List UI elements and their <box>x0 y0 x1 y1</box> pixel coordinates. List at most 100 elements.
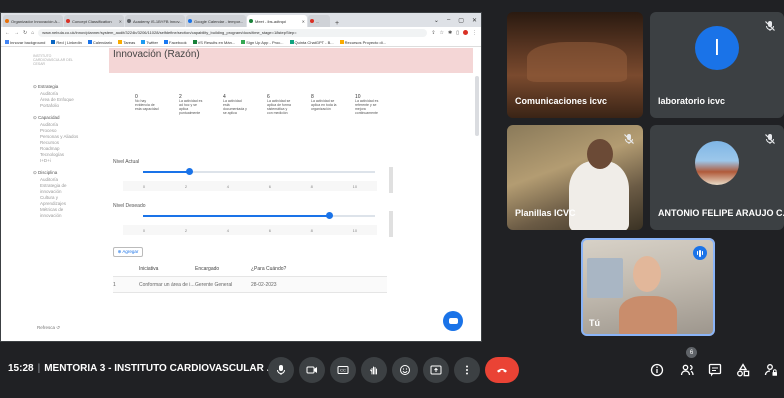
menu-icon[interactable]: ⋮ <box>472 30 477 36</box>
person-head <box>633 256 661 292</box>
meeting-details-button[interactable] <box>650 363 664 377</box>
meet-control-bar: 15:28 | MENTORIA 3 - INSTITUTO CARDIOVASCU… <box>0 345 784 398</box>
browser-tab[interactable]: Google Calendar - tempor...✕ <box>186 15 246 27</box>
participant-tile[interactable]: ANTONIO FELIPE ARAUJO C... <box>650 125 784 230</box>
slider-thumb[interactable] <box>186 168 194 175</box>
reload-icon[interactable]: ↻ <box>23 30 27 36</box>
bookmark-icon <box>289 40 294 44</box>
mic-button[interactable] <box>268 357 294 383</box>
participant-tile[interactable]: Comunicaciones icvc <box>507 12 643 118</box>
close-icon[interactable]: ✕ <box>245 19 246 24</box>
cell-iniciativa[interactable]: Conformar un área de i... <box>139 282 195 288</box>
bookmark[interactable]: Facebook <box>164 40 187 45</box>
scrollbar[interactable] <box>389 167 393 193</box>
minimize-icon[interactable]: – <box>447 17 450 24</box>
avatar <box>695 140 739 185</box>
camera-button[interactable] <box>299 357 325 383</box>
app-sidebar: INSTITUTO CARDIOVASCULAR DEL CESAR ⊙ Est… <box>1 48 85 341</box>
slider-track[interactable] <box>143 215 375 217</box>
captions-icon: CC <box>337 366 349 374</box>
chevron-down-icon[interactable]: ⌄ <box>434 17 439 24</box>
slider-deseado[interactable]: 0 2 4 6 8 10 <box>113 209 393 239</box>
table-row[interactable]: 1 Conformar un área de i... Gerente Gene… <box>113 277 387 293</box>
scrollbar[interactable] <box>389 211 393 237</box>
extensions-icon[interactable]: ✱ <box>448 30 452 36</box>
bookmark-icon <box>164 40 169 44</box>
host-controls-button[interactable] <box>764 363 778 377</box>
cell-fecha[interactable]: 28-02-2023 <box>251 282 387 288</box>
back-icon[interactable]: ← <box>5 30 10 36</box>
refresh-link[interactable]: Refresca ↺ <box>37 325 60 331</box>
sidebar-section-head[interactable]: ⊙ Capacidad <box>33 115 81 121</box>
emoji-icon <box>400 365 410 375</box>
bookmark[interactable]: Tareas <box>118 40 135 45</box>
sidebar-section: ⊙ Estrategia Auditoría Área de Enfoque P… <box>33 84 81 109</box>
more-options-button[interactable] <box>454 357 480 383</box>
bookmark[interactable]: VS Results en Mán... <box>192 40 235 45</box>
slider-track[interactable] <box>143 171 375 173</box>
sidebar-item[interactable]: I+D+i <box>33 158 81 164</box>
cell-encargado[interactable]: Gerente General <box>195 282 251 288</box>
participant-tile[interactable]: l laboratorio icvc <box>650 12 784 118</box>
close-icon[interactable]: ✕ <box>62 19 63 24</box>
column-header[interactable]: ¿Para Cuándo? <box>251 266 387 272</box>
close-icon[interactable]: ✕ <box>119 19 122 24</box>
sidebar-item[interactable]: Portafolio <box>33 103 81 109</box>
sidebar-section-head[interactable]: ⊙ Estrategia <box>33 84 81 90</box>
chat-icon <box>448 318 458 324</box>
close-icon[interactable]: ✕ <box>302 19 305 24</box>
reactions-button[interactable] <box>392 357 418 383</box>
sidepanel-icon[interactable]: ▯ <box>456 30 459 36</box>
star-icon[interactable]: ☆ <box>440 30 444 36</box>
browser-tab[interactable]: Concept Classification ✕ <box>64 15 124 27</box>
profile-avatar[interactable] <box>463 30 468 35</box>
address-bar[interactable]: www.nebula.co.uk/innov/planner/system_au… <box>38 28 428 37</box>
tab-favicon-icon <box>127 19 131 23</box>
bookmark[interactable]: Quinta ChatGPT - B... <box>289 40 334 45</box>
self-tile[interactable]: Tú <box>581 238 715 336</box>
sidebar-item[interactable]: Métricas de innovación <box>33 207 81 219</box>
slider-thumb[interactable] <box>325 212 333 219</box>
page-scrollbar[interactable] <box>475 76 479 136</box>
hangup-icon <box>497 368 507 373</box>
participant-name: Comunicaciones icvc <box>515 96 608 106</box>
column-header[interactable]: Iniciativa <box>139 266 195 272</box>
chat-panel-button[interactable] <box>708 363 722 377</box>
bookmark[interactable]: Twitter <box>141 40 158 45</box>
activities-button[interactable] <box>736 363 750 377</box>
sidebar-item[interactable]: Estrategia de innovación <box>33 183 81 195</box>
raise-hand-button[interactable] <box>361 357 387 383</box>
close-icon[interactable]: ✕ <box>472 17 477 24</box>
bookmark[interactable]: Innovar background <box>5 40 45 45</box>
participant-tile[interactable]: Planillas ICVC <box>507 125 643 230</box>
sidebar-item[interactable]: Cultura y Aprendizajes <box>33 195 81 207</box>
web-page: INSTITUTO CARDIOVASCULAR DEL CESAR ⊙ Est… <box>1 48 481 341</box>
chat-button[interactable] <box>443 311 463 331</box>
leave-call-button[interactable] <box>485 357 519 383</box>
scale-step: 0 No hay evidencia de esta capacidad <box>135 94 159 112</box>
share-icon[interactable]: ⇪ <box>431 30 435 36</box>
maximize-icon[interactable]: ▢ <box>458 17 464 24</box>
present-button[interactable] <box>423 357 449 383</box>
people-button[interactable] <box>680 363 694 377</box>
bookmark[interactable]: Sign Up App - Proc... <box>241 40 284 45</box>
captions-button[interactable]: CC <box>330 357 356 383</box>
browser-tab[interactable]: Organizador Innovación A...✕ <box>3 15 63 27</box>
browser-tab-active[interactable]: Meet - ibs-adtrqoi ✕ <box>247 15 307 27</box>
browser-tab[interactable]: ... <box>308 15 330 27</box>
sidebar-section-head[interactable]: ⊙ Disciplina <box>33 170 81 176</box>
bookmark-icon <box>339 40 344 44</box>
slider-actual[interactable]: 0 2 4 6 8 10 <box>113 165 393 195</box>
bookmarks-bar: Innovar background Red | Linkedin Calend… <box>1 38 481 47</box>
add-button[interactable]: ⊕ Agregar <box>113 247 143 257</box>
forward-icon[interactable]: → <box>14 30 19 36</box>
bookmark[interactable]: Red | Linkedin <box>51 40 82 45</box>
section-banner: Innovación (Razón) <box>109 48 473 73</box>
bookmark[interactable]: Recursos Proyecto di... <box>339 40 386 45</box>
new-tab-icon[interactable]: + <box>331 20 343 27</box>
mic-off-icon <box>765 134 775 144</box>
bookmark[interactable]: Calendario <box>87 40 112 45</box>
home-icon[interactable]: ⌂ <box>31 30 34 36</box>
column-header[interactable]: Encargado <box>195 266 251 272</box>
browser-tab[interactable]: Academy IS-1BYFB Innov...✕ <box>125 15 185 27</box>
